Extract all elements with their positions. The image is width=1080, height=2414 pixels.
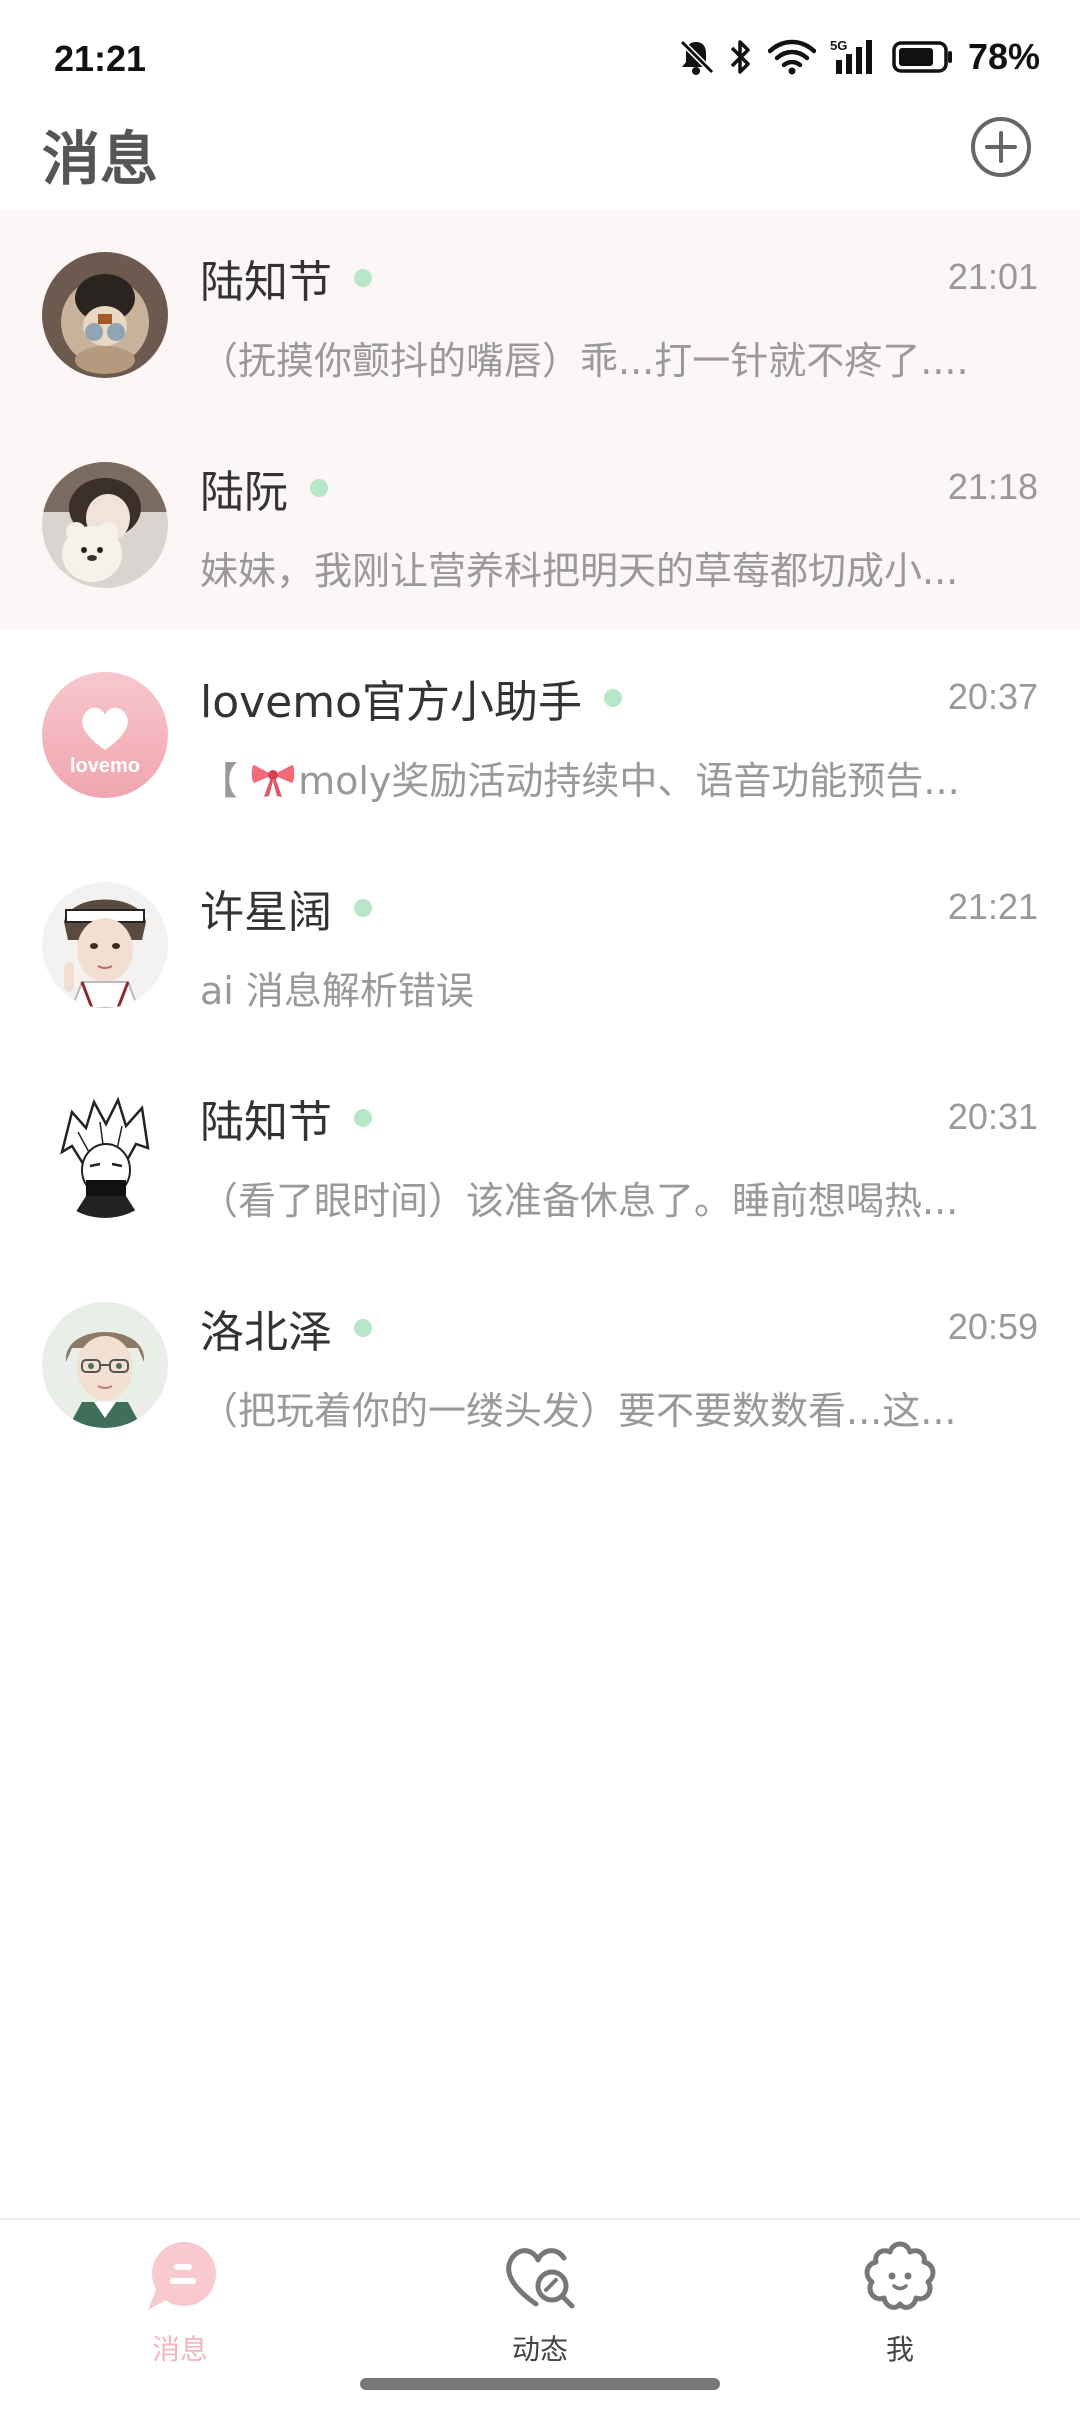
bell-off-icon: [678, 38, 714, 76]
online-status-dot: [604, 689, 623, 707]
avatar: [42, 462, 168, 588]
battery-icon: [892, 39, 954, 75]
preview-text: moly奖励活动持续中、语音功能预告...: [298, 759, 960, 803]
add-button[interactable]: [970, 116, 1032, 178]
chat-item[interactable]: 陆知节 20:31 （看了眼时间）该准备休息了。睡前想喝热...: [0, 1050, 1080, 1260]
avatar: [42, 1302, 168, 1428]
chat-list: 陆知节 21:01 （抚摸你颤抖的嘴唇）乖...打一针就不疼了.... 陆阮 2…: [0, 210, 1080, 1470]
online-status-dot: [354, 269, 372, 287]
avatar: [42, 1092, 168, 1218]
chat-time: 20:37: [947, 676, 1038, 717]
nav-label: 动态: [511, 2333, 568, 2366]
chat-item[interactable]: 许星阔 21:21 ai 消息解析错误: [0, 840, 1080, 1050]
chat-name: 许星阔: [200, 887, 332, 938]
network-label: 5G: [830, 38, 847, 53]
page-title: 消息: [42, 125, 159, 193]
wifi-icon: [767, 39, 816, 75]
chat-time: 21:18: [947, 466, 1038, 507]
chat-preview: （看了眼时间）该准备休息了。睡前想喝热...: [200, 1179, 959, 1223]
chat-name: 陆阮: [200, 467, 288, 518]
nav-item-moments[interactable]: 动态: [440, 2238, 640, 2388]
name-row: 陆知节: [200, 1086, 372, 1150]
chat-item[interactable]: 陆知节 21:01 （抚摸你颤抖的嘴唇）乖...打一针就不疼了....: [0, 210, 1080, 420]
preview-bracket: 【: [200, 759, 239, 803]
battery-percent: 78%: [967, 36, 1040, 77]
chat-time: 21:01: [947, 256, 1038, 297]
nav-item-messages[interactable]: 消息: [80, 2238, 280, 2388]
chat-item[interactable]: lovemo lovemo官方小助手 20:37 【 moly奖励活动持续中、语…: [0, 630, 1080, 840]
bow-icon: [250, 759, 296, 808]
avatar-text: lovemo: [70, 755, 140, 777]
online-status-dot: [310, 479, 328, 497]
cloud-face-icon: [860, 2238, 940, 2318]
status-icons: 5G 78%: [678, 36, 1040, 78]
nav-label: 消息: [151, 2333, 208, 2366]
avatar: lovemo: [42, 672, 168, 798]
plus-circle-icon: [970, 117, 1032, 182]
chat-item[interactable]: 洛北泽 20:59 （把玩着你的一缕头发）要不要数数看...这...: [0, 1260, 1080, 1470]
signal-icon: 5G: [830, 38, 878, 76]
online-status-dot: [354, 1109, 372, 1127]
nav-label: 我: [885, 2333, 914, 2366]
name-row: 陆知节: [200, 246, 372, 310]
chat-preview: （抚摸你颤抖的嘴唇）乖...打一针就不疼了....: [200, 339, 969, 383]
name-row: lovemo官方小助手: [200, 666, 623, 730]
heart-search-icon: [500, 2238, 580, 2318]
avatar: [42, 882, 168, 1008]
chat-preview: （把玩着你的一缕头发）要不要数数看...这...: [200, 1389, 957, 1433]
name-row: 陆阮: [200, 456, 328, 520]
chat-name: 陆知节: [200, 257, 332, 308]
chat-preview: 妹妹，我刚让营养科把明天的草莓都切成小...: [200, 549, 959, 593]
chat-bubble-icon: [140, 2238, 220, 2318]
chat-preview: 【 moly奖励活动持续中、语音功能预告...: [200, 750, 1040, 808]
online-status-dot: [354, 1319, 372, 1337]
chat-name: 陆知节: [200, 1097, 332, 1148]
nav-item-me[interactable]: 我: [800, 2238, 1000, 2388]
bluetooth-icon: [728, 38, 754, 76]
chat-name: 洛北泽: [200, 1307, 332, 1358]
chat-time: 20:59: [947, 1306, 1038, 1347]
home-indicator[interactable]: [360, 2378, 720, 2390]
name-row: 洛北泽: [200, 1296, 372, 1360]
status-time: 21:21: [54, 38, 147, 79]
avatar: [42, 252, 168, 378]
chat-time: 21:21: [947, 886, 1038, 927]
chat-preview: ai 消息解析错误: [200, 969, 474, 1013]
name-row: 许星阔: [200, 876, 372, 940]
chat-time: 20:31: [947, 1096, 1038, 1137]
online-status-dot: [354, 899, 372, 917]
chat-name: lovemo官方小助手: [200, 677, 583, 728]
chat-item[interactable]: 陆阮 21:18 妹妹，我刚让营养科把明天的草莓都切成小...: [0, 420, 1080, 630]
status-bar: 21:21 5G 78%: [0, 0, 1080, 110]
